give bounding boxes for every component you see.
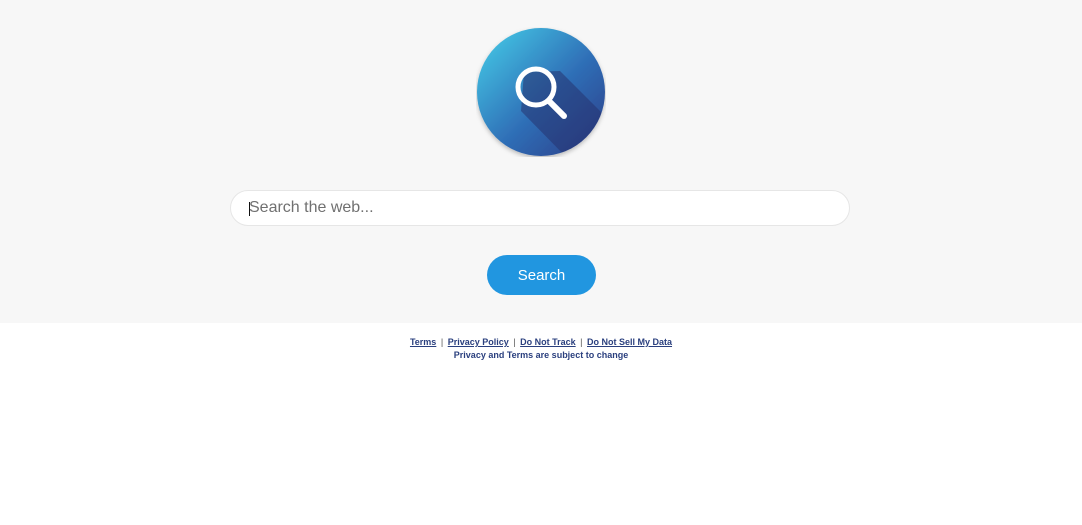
privacy-policy-link[interactable]: Privacy Policy [448, 337, 509, 347]
footer-separator: | [440, 337, 444, 347]
do-not-sell-link[interactable]: Do Not Sell My Data [587, 337, 672, 347]
hero-section: Search [0, 0, 1082, 323]
search-input[interactable] [249, 191, 829, 225]
footer-links: Terms | Privacy Policy | Do Not Track | … [0, 336, 1082, 349]
search-box [230, 190, 850, 226]
terms-link[interactable]: Terms [410, 337, 436, 347]
do-not-track-link[interactable]: Do Not Track [520, 337, 576, 347]
text-caret [249, 202, 250, 216]
search-button[interactable]: Search [487, 255, 596, 295]
footer-separator: | [513, 337, 516, 347]
footer-note: Privacy and Terms are subject to change [453, 350, 629, 360]
footer: Terms | Privacy Policy | Do Not Track | … [0, 336, 1082, 362]
magnifier-icon [477, 28, 605, 156]
footer-separator: | [580, 337, 583, 347]
